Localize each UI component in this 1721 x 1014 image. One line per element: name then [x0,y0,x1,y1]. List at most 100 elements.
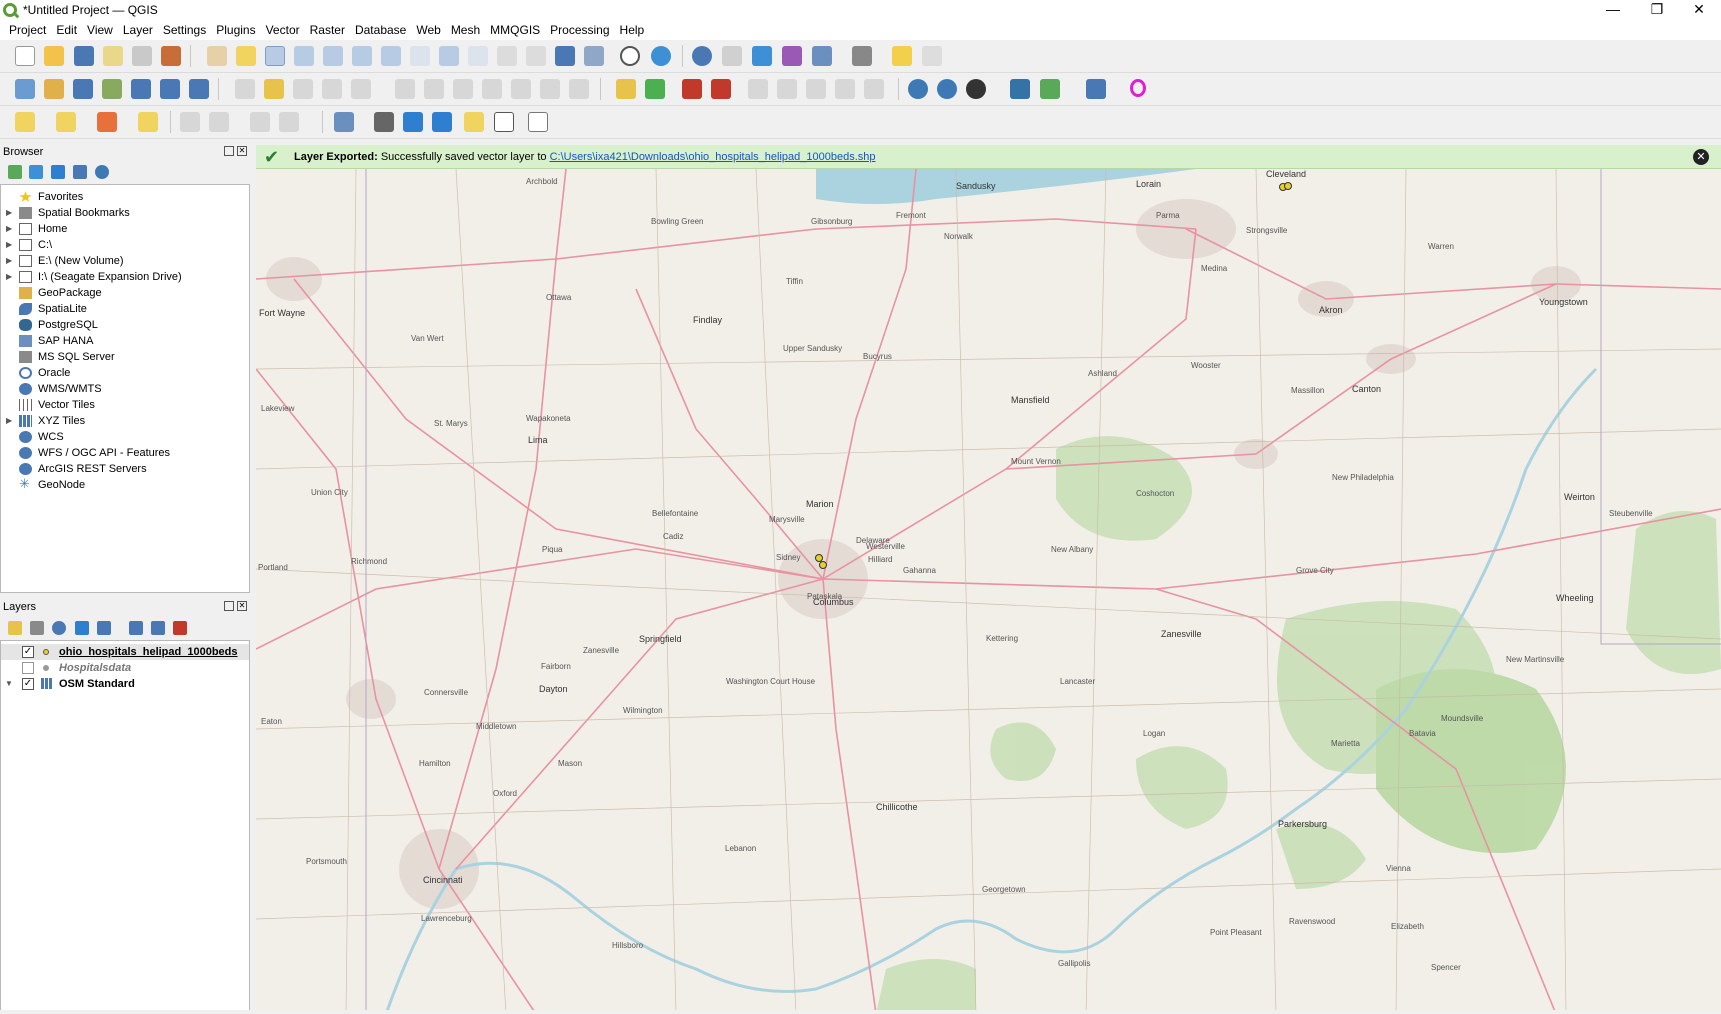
deselect-features-icon[interactable] [97,112,117,132]
create-text-annotation-icon[interactable] [494,112,514,132]
modify-annotation-icon[interactable] [374,112,394,132]
add-vector-layer-icon[interactable] [73,79,93,99]
new-geopackage-layer-icon[interactable] [44,79,64,99]
show-hide-labels-icon[interactable] [748,79,768,99]
snapping-icon[interactable] [250,112,270,132]
menu-layer[interactable]: Layer [118,23,158,37]
select-features-icon[interactable] [15,112,35,132]
zoom-in-icon[interactable] [265,46,285,66]
toggle-editing-icon[interactable] [264,79,284,99]
maximize-button[interactable]: ❐ [1634,0,1680,20]
new-map-view-icon[interactable] [497,46,517,66]
pan-to-selection-icon[interactable] [236,46,256,66]
create-polygon-annotation-icon[interactable] [403,112,423,132]
new-print-layout-icon[interactable] [103,46,123,66]
shape-digitizing-icon[interactable] [209,112,229,132]
menu-view[interactable]: View [82,23,118,37]
expand-arrow-icon[interactable]: ▶ [6,413,12,429]
zoom-layer-icon[interactable] [381,46,401,66]
style-manager-icon[interactable] [161,46,181,66]
pan-map-icon[interactable] [207,46,227,66]
globe-search-icon[interactable] [937,79,957,99]
zoom-selection-icon[interactable] [352,46,372,66]
select-features-dropdown-icon[interactable] [922,46,942,66]
help-contents-icon[interactable] [1086,79,1106,99]
filter-by-expression-icon[interactable] [97,621,111,635]
menu-mmqgis[interactable]: MMQGIS [485,23,545,37]
float-panel-icon[interactable] [224,146,234,156]
add-wms-layer-icon[interactable] [160,79,180,99]
save-project-icon[interactable] [74,46,94,66]
expand-arrow-icon[interactable]: ▶ [6,221,12,237]
plugin-icon[interactable] [1040,79,1060,99]
add-raster-layer-icon[interactable] [102,79,122,99]
refresh-browser-icon[interactable] [29,165,43,179]
float-panel-icon[interactable] [224,601,234,611]
expand-arrow-icon[interactable]: ▶ [6,205,12,221]
close-window-button[interactable]: ✕ [1676,0,1721,20]
move-label-icon[interactable] [777,79,797,99]
properties-info-icon[interactable] [95,165,109,179]
remove-layer-icon[interactable] [173,621,187,635]
identify-features-icon[interactable] [692,46,712,66]
new-spatial-bookmark-icon[interactable] [555,46,575,66]
text-annotation-icon[interactable] [334,112,354,132]
collapse-all-icon[interactable] [73,165,87,179]
zoom-out-icon[interactable] [294,46,314,66]
statistics-sum-icon[interactable] [782,46,802,66]
highlight-pinned-labels-icon[interactable] [711,79,731,99]
open-attribute-table-icon[interactable] [812,46,832,66]
close-panel-icon[interactable]: ✕ [237,601,247,611]
collapse-arrow-icon[interactable]: ▼ [5,676,13,692]
menu-help[interactable]: Help [615,23,650,37]
select-by-value-icon[interactable] [56,112,76,132]
add-mesh-layer-icon[interactable] [131,79,151,99]
create-line-annotation-icon[interactable] [432,112,452,132]
zoom-native-icon[interactable] [410,46,430,66]
expand-arrow-icon[interactable]: ▶ [6,253,12,269]
layer-item-ohio-hospitals[interactable]: ✓ ohio_hospitals_helipad_1000beds [1,644,249,660]
add-group-icon[interactable] [30,621,44,635]
close-message-icon[interactable]: ✕ [1693,149,1709,165]
menu-plugins[interactable]: Plugins [211,23,260,37]
save-edits-icon[interactable] [293,79,313,99]
add-feature-icon[interactable] [322,79,342,99]
paste-features-icon[interactable] [511,79,531,99]
delete-selected-icon[interactable] [424,79,444,99]
menu-project[interactable]: Project [4,23,51,37]
processing-toolbox-icon[interactable] [752,46,772,66]
layer-visibility-checkbox[interactable]: ✓ [22,646,34,658]
expand-arrow-icon[interactable]: ▶ [6,237,12,253]
layer-labeling-icon[interactable] [616,79,636,99]
rotate-label-icon[interactable] [806,79,826,99]
python-console-icon[interactable] [1010,79,1030,99]
layer-visibility-checkbox[interactable] [22,662,34,674]
menu-raster[interactable]: Raster [305,23,350,37]
menu-web[interactable]: Web [411,23,445,37]
filter-browser-icon[interactable] [51,165,65,179]
open-project-icon[interactable] [44,46,64,66]
data-source-manager-icon[interactable] [15,79,35,99]
collapse-all-layers-icon[interactable] [151,621,165,635]
add-selected-layers-icon[interactable] [8,165,22,179]
manage-map-themes-icon[interactable] [52,621,66,635]
metasearch-icon[interactable] [908,79,928,99]
new-3d-map-view-icon[interactable] [526,46,546,66]
menu-mesh[interactable]: Mesh [446,23,485,37]
lasso-plugin-icon[interactable] [1130,79,1146,97]
create-marker-annotation-icon[interactable] [464,112,484,132]
pin-labels-icon[interactable] [682,79,702,99]
advanced-digitizing-icon[interactable] [180,112,200,132]
redo-icon[interactable] [569,79,589,99]
menu-edit[interactable]: Edit [51,23,82,37]
close-panel-icon[interactable]: ✕ [237,146,247,156]
measure-line-icon[interactable] [852,46,872,66]
menu-settings[interactable]: Settings [158,23,211,37]
refresh-icon[interactable] [651,46,671,66]
undo-icon[interactable] [540,79,560,99]
select-by-location-icon[interactable] [138,112,158,132]
vertex-tool-icon[interactable] [351,79,371,99]
expand-all-icon[interactable] [129,621,143,635]
exported-file-link[interactable]: C:\Users\ixa421\Downloads\ohio_hospitals… [550,151,876,163]
map-tips-icon[interactable] [892,46,912,66]
